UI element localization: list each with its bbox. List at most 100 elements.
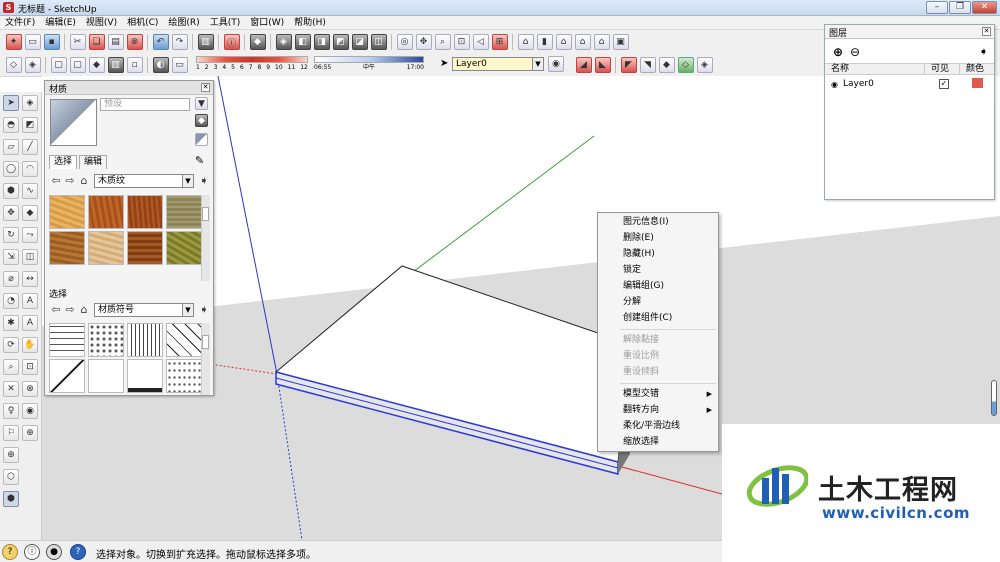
create-material-icon[interactable]: ◆: [195, 114, 208, 127]
menu-zoom-selection[interactable]: 缩放选择: [598, 435, 718, 450]
pattern-swatch[interactable]: [49, 323, 85, 357]
scrollbar-thumb[interactable]: [202, 207, 209, 221]
section-plane-tool-icon[interactable]: ⊕: [22, 425, 38, 441]
menu-delete[interactable]: 删除(E): [598, 231, 718, 246]
menu-make-component[interactable]: 创建组件(C): [598, 311, 718, 326]
layer-visible-checkbox[interactable]: ✓: [927, 79, 961, 89]
make-component-tool-icon[interactable]: ◈: [22, 95, 38, 111]
material-swatch[interactable]: [49, 231, 85, 265]
help-icon[interactable]: ?: [70, 544, 86, 560]
forward-arrow-icon[interactable]: ⇨: [63, 174, 77, 188]
axes-icon[interactable]: ✱: [3, 315, 19, 331]
box-icon[interactable]: ▣: [612, 34, 629, 50]
position-camera-icon[interactable]: ♀: [3, 403, 19, 419]
paste-icon[interactable]: ▤: [107, 34, 124, 50]
pan-icon[interactable]: ✥: [415, 34, 432, 50]
month-slider[interactable]: 1 2 3 4 5 6 7 8 9 10 11 12: [196, 56, 308, 74]
xray-icon[interactable]: ◇: [5, 57, 22, 73]
orbit-icon[interactable]: ◎: [396, 34, 413, 50]
tab-select[interactable]: 选择: [49, 155, 78, 169]
warehouse-icon[interactable]: ⌂: [517, 34, 534, 50]
active-layer-radio-icon[interactable]: ◉: [825, 80, 838, 89]
material-swatch[interactable]: [88, 195, 124, 229]
material-swatch[interactable]: [49, 195, 85, 229]
house-icon[interactable]: ⌂: [555, 34, 572, 50]
menu-lock[interactable]: 锁定: [598, 263, 718, 278]
zoom-icon[interactable]: ⌕: [434, 34, 451, 50]
layer-dropdown[interactable]: Layer0 ▼: [452, 57, 544, 71]
copy-icon[interactable]: ❏: [88, 34, 105, 50]
menu-entity-info[interactable]: 图元信息(I): [598, 215, 718, 230]
back-arrow-icon[interactable]: ⇦: [49, 174, 63, 188]
previous-tool-icon[interactable]: ⊗: [22, 381, 38, 397]
pattern-scrollbar[interactable]: [201, 323, 210, 395]
scale-icon[interactable]: ⇲: [3, 249, 19, 265]
layer-row[interactable]: ◉ Layer0 ✓: [825, 77, 994, 91]
google-earth-icon[interactable]: ⊕: [3, 447, 19, 463]
pattern-swatch[interactable]: [166, 323, 202, 357]
pattern-swatch[interactable]: [127, 359, 163, 393]
pattern-library-select[interactable]: 材质符号 ▼: [94, 303, 194, 317]
menu-edit[interactable]: 编辑(E): [40, 16, 81, 29]
zoom-extents-tool-icon[interactable]: ✕: [3, 381, 19, 397]
shadow-settings-icon[interactable]: ◐: [152, 57, 169, 73]
home-outline-icon[interactable]: ⌂: [593, 34, 610, 50]
preset-input[interactable]: 预设: [100, 98, 190, 111]
new-file-icon[interactable]: ✦: [5, 34, 22, 50]
undo-icon[interactable]: ↶: [152, 34, 169, 50]
menu-tools[interactable]: 工具(T): [205, 16, 246, 29]
sandbox-scratch-icon[interactable]: ◣: [594, 57, 611, 73]
wireframe-icon[interactable]: ▢: [50, 57, 67, 73]
pattern-swatch[interactable]: [88, 359, 124, 393]
polygon-icon[interactable]: ⬢: [3, 183, 19, 199]
maximize-button[interactable]: ❐: [949, 1, 971, 14]
menu-window[interactable]: 窗口(W): [245, 16, 289, 29]
select-arrow-icon[interactable]: ➤: [3, 95, 19, 111]
save-icon[interactable]: ▪: [43, 34, 60, 50]
smoove-icon[interactable]: ◤: [620, 57, 637, 73]
back-arrow-icon[interactable]: ⇦: [49, 303, 63, 317]
model-info-icon[interactable]: ⓘ: [223, 34, 240, 50]
home-icon[interactable]: ⌂: [77, 174, 91, 188]
home-icon[interactable]: ⌂: [77, 303, 91, 317]
zoom-window-icon[interactable]: ⊡: [453, 34, 470, 50]
menu-soften-edges[interactable]: 柔化/平滑边线: [598, 419, 718, 434]
offset-icon[interactable]: ◫: [22, 249, 38, 265]
orbit-tool-icon[interactable]: ⟳: [3, 337, 19, 353]
details-arrow-icon[interactable]: ➧: [979, 45, 988, 58]
view-right-icon[interactable]: ◩: [332, 34, 349, 50]
shaded-textures-icon[interactable]: ▥: [107, 57, 124, 73]
shaded-icon[interactable]: ◆: [88, 57, 105, 73]
menu-hide[interactable]: 隐藏(H): [598, 247, 718, 262]
info-icon[interactable]: ⓘ: [24, 544, 40, 560]
layer-color-swatch[interactable]: [961, 77, 994, 91]
user-icon[interactable]: ●: [46, 544, 62, 560]
time-slider[interactable]: 06:55 中午 17:00: [314, 56, 424, 74]
material-swatch[interactable]: [88, 231, 124, 265]
geolocation-icon[interactable]: ?: [2, 544, 18, 560]
pan-hand-icon[interactable]: ✋: [22, 337, 38, 353]
follow-me-icon[interactable]: ⤳: [22, 227, 38, 243]
sandbox-contours-icon[interactable]: ◢: [575, 57, 592, 73]
menu-intersect[interactable]: 模型交错 ▶: [598, 387, 718, 402]
look-around-icon[interactable]: ◉: [22, 403, 38, 419]
eyedropper-icon[interactable]: ✎: [195, 154, 204, 167]
close-icon[interactable]: ✕: [982, 27, 991, 36]
stamp-icon[interactable]: ◥: [639, 57, 656, 73]
pattern-swatch[interactable]: [166, 359, 202, 393]
menu-view[interactable]: 视图(V): [81, 16, 122, 29]
flip-edge-icon[interactable]: ◈: [696, 57, 713, 73]
rotate-icon[interactable]: ↻: [3, 227, 19, 243]
material-swatch[interactable]: [166, 231, 202, 265]
menu-explode[interactable]: 分解: [598, 295, 718, 310]
close-icon[interactable]: ✕: [201, 83, 210, 92]
material-swatch[interactable]: [127, 231, 163, 265]
scrollbar-thumb[interactable]: [202, 335, 209, 349]
layer-manager-icon[interactable]: ◉: [548, 56, 564, 72]
section-plane-icon[interactable]: ▮: [536, 34, 553, 50]
hidden-line-icon[interactable]: ▢: [69, 57, 86, 73]
view-left-icon[interactable]: ◫: [370, 34, 387, 50]
add-layer-icon[interactable]: ⊕: [833, 45, 843, 59]
menu-help[interactable]: 帮助(H): [289, 16, 331, 29]
back-edges-icon[interactable]: ◈: [24, 57, 41, 73]
